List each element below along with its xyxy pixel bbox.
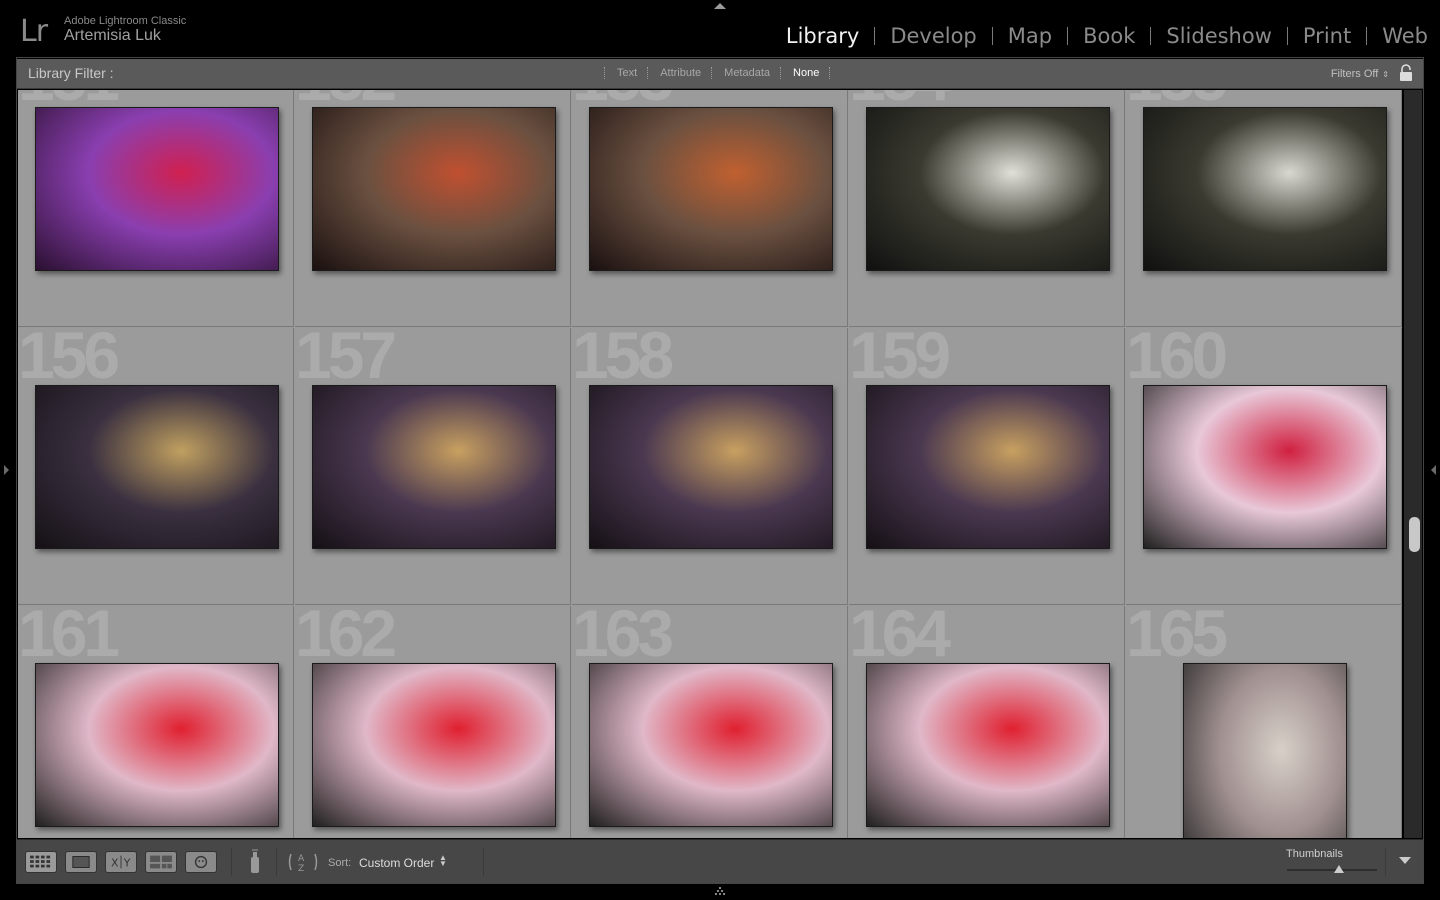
- grid-cell[interactable]: 164: [849, 606, 1125, 838]
- lock-icon[interactable]: [1399, 64, 1413, 82]
- image-thumbnail[interactable]: [1143, 107, 1387, 271]
- cell-index-number: 165: [1126, 606, 1228, 670]
- filter-attribute-option[interactable]: Attribute: [650, 67, 711, 79]
- thumbnail-size-slider[interactable]: [1287, 869, 1377, 871]
- spray-can-icon[interactable]: [246, 849, 264, 875]
- expand-right-panel-icon[interactable]: [1431, 465, 1436, 475]
- image-thumbnail[interactable]: [35, 385, 279, 549]
- cell-index-number: 156: [18, 328, 120, 392]
- image-thumbnail[interactable]: [589, 385, 833, 549]
- lightroom-logo: Lr: [20, 14, 48, 49]
- svg-text:A: A: [298, 854, 305, 864]
- cell-index-number: 159: [849, 328, 951, 392]
- filter-preset-value: Filters Off: [1330, 68, 1379, 80]
- grid-cell[interactable]: 157: [295, 328, 571, 605]
- image-thumbnail[interactable]: [589, 663, 833, 827]
- user-name: Artemisia Luk: [64, 27, 161, 44]
- image-thumbnail[interactable]: [1183, 663, 1347, 838]
- grid-cell[interactable]: 160: [1126, 328, 1402, 605]
- image-thumbnail[interactable]: [35, 107, 279, 271]
- cell-index-number: 164: [849, 606, 951, 670]
- people-view-icon[interactable]: [185, 851, 217, 873]
- toolbar-separator: [1385, 848, 1386, 876]
- thumbnail-grid: 151152153154155 156 157 158 159 160 161 162 163 1…: [18, 90, 1402, 838]
- toolbar-content-menu-icon[interactable]: [1399, 857, 1411, 864]
- collapse-top-panel-icon[interactable]: [714, 3, 726, 9]
- image-thumbnail[interactable]: [866, 385, 1110, 549]
- grid-cell[interactable]: 161: [18, 606, 294, 838]
- scrollbar-track[interactable]: [1404, 90, 1422, 838]
- thumbnail-size-slider-handle[interactable]: [1334, 865, 1344, 873]
- filter-options: Text Attribute Metadata None: [604, 67, 832, 79]
- svg-text:Z: Z: [298, 864, 304, 874]
- expand-left-panel-icon[interactable]: [4, 465, 9, 475]
- module-web[interactable]: Web: [1367, 24, 1428, 48]
- filter-divider: [829, 67, 832, 79]
- module-develop[interactable]: Develop: [875, 24, 991, 48]
- collapse-bottom-panel-icon[interactable]: [714, 887, 726, 895]
- module-map[interactable]: Map: [993, 24, 1067, 48]
- cell-index-number: 158: [572, 328, 674, 392]
- grid-cell[interactable]: 165: [1126, 606, 1402, 838]
- filter-text-option[interactable]: Text: [607, 67, 647, 79]
- cell-index-number: 157: [295, 328, 397, 392]
- image-thumbnail[interactable]: [866, 107, 1110, 271]
- grid-cell[interactable]: 154: [849, 90, 1125, 327]
- image-thumbnail[interactable]: [866, 663, 1110, 827]
- module-picker: Library Develop Map Book Slideshow Print…: [771, 24, 1428, 48]
- grid-cell[interactable]: 158: [572, 328, 848, 605]
- image-thumbnail[interactable]: [1143, 385, 1387, 549]
- cell-index-number: 162: [295, 606, 397, 670]
- module-slideshow[interactable]: Slideshow: [1151, 24, 1287, 48]
- sort-label: Sort:: [328, 857, 352, 869]
- app-name: Adobe Lightroom Classic: [64, 15, 187, 27]
- sort-order-dropdown[interactable]: Custom Order: [359, 856, 434, 870]
- toolbar-separator: [276, 848, 277, 876]
- cell-index-number: 160: [1126, 328, 1228, 392]
- thumbnails-label: Thumbnails: [1286, 848, 1343, 860]
- image-thumbnail[interactable]: [312, 385, 556, 549]
- scrollbar-thumb[interactable]: [1409, 517, 1420, 552]
- image-thumbnail[interactable]: [312, 663, 556, 827]
- toolbar-separator: [483, 848, 484, 876]
- grid-cell[interactable]: 162: [295, 606, 571, 838]
- filter-none-option[interactable]: None: [783, 67, 829, 79]
- image-thumbnail[interactable]: [35, 663, 279, 827]
- grid-view-icon[interactable]: [25, 851, 57, 873]
- module-library[interactable]: Library: [771, 24, 874, 48]
- library-filter-title: Library Filter :: [28, 65, 114, 81]
- chevron-updown-icon: ⇕: [1382, 70, 1389, 79]
- survey-view-icon[interactable]: [145, 851, 177, 873]
- toolbar-separator: [231, 848, 232, 876]
- grid-cell[interactable]: 156: [18, 328, 294, 605]
- cell-index-number: 161: [18, 606, 120, 670]
- grid-cell[interactable]: 152: [295, 90, 571, 327]
- identity-plate: Lr Adobe Lightroom Classic Artemisia Luk…: [0, 0, 1440, 57]
- svg-text:Y: Y: [123, 857, 131, 870]
- compare-view-icon[interactable]: X Y: [105, 851, 137, 873]
- sort-direction-icon[interactable]: A Z: [287, 850, 323, 874]
- module-print[interactable]: Print: [1288, 24, 1366, 48]
- grid-cell[interactable]: 155: [1126, 90, 1402, 327]
- filter-metadata-option[interactable]: Metadata: [714, 67, 780, 79]
- cell-index-number: 163: [572, 606, 674, 670]
- chevron-updown-icon: ▲ ▼: [439, 853, 447, 868]
- grid-cell[interactable]: 153: [572, 90, 848, 327]
- image-thumbnail[interactable]: [312, 107, 556, 271]
- module-book[interactable]: Book: [1068, 24, 1150, 48]
- grid-cell[interactable]: 159: [849, 328, 1125, 605]
- loupe-view-icon[interactable]: [65, 851, 97, 873]
- grid-cell[interactable]: 151: [18, 90, 294, 327]
- filter-presets-dropdown[interactable]: Filters Off ⇕: [1331, 68, 1389, 80]
- library-toolbar: X Y A Z Sort: Custom Order ▲ ▼ Thumbnails: [17, 839, 1423, 883]
- svg-text:X: X: [111, 857, 119, 870]
- library-filter-bar: Library Filter : Text Attribute Metadata…: [17, 59, 1423, 89]
- grid-cell[interactable]: 163: [572, 606, 848, 838]
- image-thumbnail[interactable]: [589, 107, 833, 271]
